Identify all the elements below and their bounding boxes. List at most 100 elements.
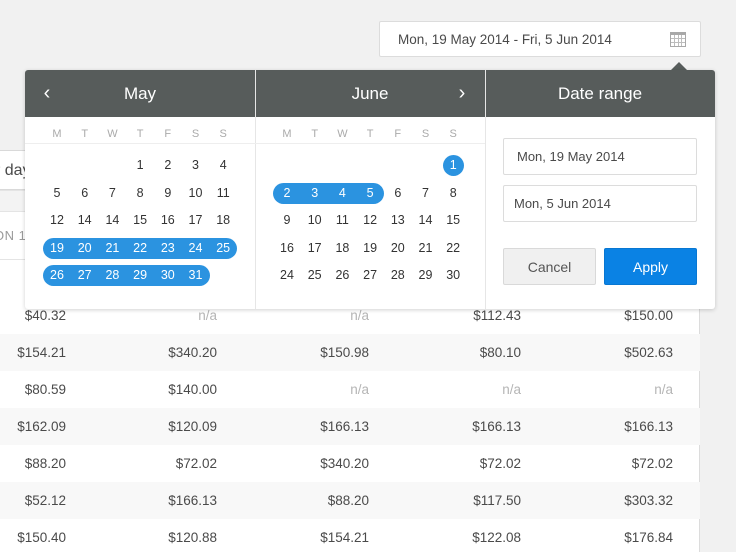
calendar-day[interactable]: 12: [356, 210, 384, 231]
calendar-day[interactable]: 8: [126, 183, 154, 204]
calendar-day[interactable]: 4: [209, 155, 237, 176]
calendar-day[interactable]: 17: [301, 238, 329, 259]
weekday-label: S: [191, 128, 200, 140]
calendar-day[interactable]: 6: [384, 183, 412, 204]
calendar-day-selected[interactable]: 2: [273, 183, 301, 204]
calendar-june: M T W T F S S 1 2 3 4 5 6 7 8 9 10 11 12 13 14 15 16 17 18 19 20 21…: [255, 117, 485, 309]
weekday-label: M: [282, 128, 292, 140]
calendar-day[interactable]: 7: [98, 183, 126, 204]
calendar-day[interactable]: 14: [412, 210, 440, 231]
table-cell: $80.59: [24, 382, 66, 397]
calendar-day[interactable]: 14: [71, 210, 99, 231]
calendar-day[interactable]: 11: [328, 210, 356, 231]
calendar-day[interactable]: 22: [439, 238, 467, 259]
calendar-day[interactable]: 2: [154, 155, 182, 176]
calendar-day[interactable]: 17: [182, 210, 210, 231]
calendar-day-selected[interactable]: 27: [71, 265, 99, 286]
date-range-picker: ‹ May June › Date range MTWTFSS123456789…: [25, 70, 715, 309]
calendar-day-selected[interactable]: 21: [98, 238, 126, 259]
table-row: $88.20 $72.02 $340.20 $72.02 $72.02: [0, 445, 700, 482]
calendar-day[interactable]: 16: [273, 238, 301, 259]
table-cell: $72.02: [175, 456, 217, 471]
calendar-day[interactable]: 26: [328, 265, 356, 286]
table-cell: $52.12: [24, 493, 66, 508]
calendar-day[interactable]: 7: [412, 183, 440, 204]
column-header[interactable]: ON 1: [0, 228, 26, 243]
calendar-day[interactable]: 19: [356, 238, 384, 259]
table-cell: $303.32: [624, 493, 673, 508]
calendar-day[interactable]: 21: [412, 238, 440, 259]
table-cell: $120.09: [168, 419, 217, 434]
calendar-may: M T W T F S S 1 2 3 4 5 6 7 8 9 10 11 12 14 14 15 16 17 18 19 20 21…: [25, 117, 255, 309]
calendar-day[interactable]: 15: [439, 210, 467, 231]
calendar-day[interactable]: 25: [301, 265, 329, 286]
table-row: $162.09 $120.09 $166.13 $166.13 $166.13: [0, 408, 700, 445]
table-row: $52.12 $166.13 $88.20 $117.50 $303.32: [0, 482, 700, 519]
calendar-day[interactable]: 15: [126, 210, 154, 231]
calendar-day-selected[interactable]: 25: [209, 238, 237, 259]
calendar-day[interactable]: 8: [439, 183, 467, 204]
calendar-day-selected[interactable]: 29: [126, 265, 154, 286]
weekday-label: T: [81, 128, 89, 140]
calendar-day[interactable]: 6: [71, 183, 99, 204]
cancel-button[interactable]: Cancel: [503, 248, 596, 285]
calendar-day-selected[interactable]: 26: [43, 265, 71, 286]
calendar-day[interactable]: 18: [209, 210, 237, 231]
calendar-day[interactable]: 30: [439, 265, 467, 286]
calendar-day[interactable]: 14: [98, 210, 126, 231]
calendar-day-selected[interactable]: 24: [182, 238, 210, 259]
start-date-input[interactable]: Mon, 19 May 2014: [503, 138, 697, 175]
calendar-day-selected[interactable]: 1: [439, 155, 467, 176]
month-title-may: May: [123, 84, 157, 103]
calendar-day[interactable]: 9: [154, 183, 182, 204]
table-cell: $176.84: [624, 530, 673, 545]
calendar-day[interactable]: 24: [273, 265, 301, 286]
calendar-day[interactable]: 29: [412, 265, 440, 286]
table-cell: $140.00: [168, 382, 217, 397]
calendar-day-selected[interactable]: 20: [71, 238, 99, 259]
calendar-day[interactable]: 27: [356, 265, 384, 286]
date-range-trigger[interactable]: Mon, 19 May 2014 - Fri, 5 Jun 2014: [379, 21, 701, 57]
calendar-day[interactable]: 28: [384, 265, 412, 286]
calendar-day-selected[interactable]: 3: [301, 183, 329, 204]
calendar-day-selected[interactable]: 19: [43, 238, 71, 259]
apply-button[interactable]: Apply: [604, 248, 697, 285]
chevron-right-icon[interactable]: ›: [452, 82, 472, 104]
weekday-label: W: [337, 128, 348, 140]
calendar-day-selected[interactable]: 22: [126, 238, 154, 259]
table-row: $154.21 $340.20 $150.98 $80.10 $502.63: [0, 334, 700, 371]
calendar-day[interactable]: 9: [273, 210, 301, 231]
calendar-day[interactable]: 18: [328, 238, 356, 259]
calendar-icon[interactable]: [670, 32, 686, 47]
weekday-header: MTWTFSS: [273, 123, 469, 145]
calendar-day[interactable]: 11: [209, 183, 237, 204]
calendar-day-selected[interactable]: 5: [356, 183, 384, 204]
calendar-day-selected[interactable]: 31: [182, 265, 210, 286]
weekday-label: F: [394, 128, 402, 140]
calendar-day[interactable]: 1: [126, 155, 154, 176]
weekday-label: T: [311, 128, 319, 140]
calendar-day[interactable]: 20: [384, 238, 412, 259]
table-cell: $340.20: [320, 456, 369, 471]
calendar-day-selected[interactable]: 28: [98, 265, 126, 286]
table-row: $150.40 $120.88 $154.21 $122.08 $176.84: [0, 519, 700, 552]
range-panel-title: Date range: [557, 84, 643, 103]
calendar-day[interactable]: 5: [43, 183, 71, 204]
weekday-label: S: [421, 128, 430, 140]
table-cell: $150.40: [17, 530, 66, 545]
calendar-day[interactable]: 3: [182, 155, 210, 176]
table-cell: $117.50: [473, 493, 521, 508]
table-cell: n/a: [654, 382, 673, 397]
calendar-day-selected[interactable]: 4: [328, 183, 356, 204]
calendar-day[interactable]: 12: [43, 210, 71, 231]
table-cell: $166.13: [624, 419, 673, 434]
table-cell: $120.88: [168, 530, 217, 545]
calendar-day[interactable]: 13: [384, 210, 412, 231]
calendar-day-selected[interactable]: 30: [154, 265, 182, 286]
calendar-day-selected[interactable]: 23: [154, 238, 182, 259]
table-cell: $72.02: [479, 456, 521, 471]
end-date-input[interactable]: Mon, 5 Jun 2014: [503, 185, 697, 222]
calendar-day[interactable]: 10: [182, 183, 210, 204]
calendar-day[interactable]: 10: [301, 210, 329, 231]
calendar-day[interactable]: 16: [154, 210, 182, 231]
